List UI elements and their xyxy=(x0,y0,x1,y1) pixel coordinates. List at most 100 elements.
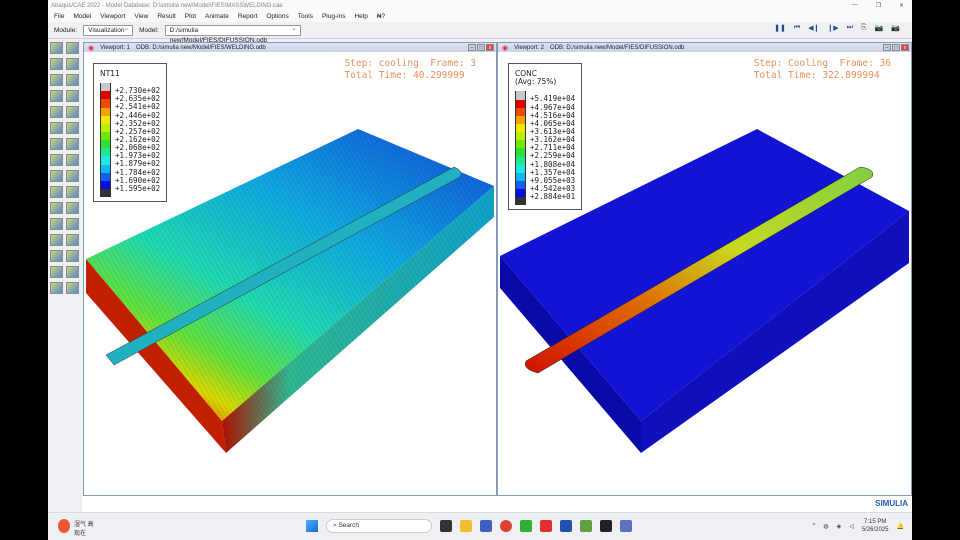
legend-swatch xyxy=(515,132,526,141)
toolbox-tool-icon[interactable] xyxy=(66,138,79,150)
toolbox-tool-icon[interactable] xyxy=(66,170,79,182)
clock[interactable]: 7:15 PM 5/26/2025 xyxy=(862,518,889,534)
model-select[interactable]: D:/simulia new/Model/FIES/DIFUSSION.odb xyxy=(164,24,301,44)
weather-widget[interactable]: 湿气 高现在 xyxy=(58,519,94,537)
file-explorer-icon[interactable] xyxy=(460,520,472,532)
legend-nt11: NT11 +2.730e+02 +2.635e+02 +2.541e+02 +2.44… xyxy=(93,63,168,203)
toolbox-tool-icon[interactable] xyxy=(50,218,63,230)
toolbox-tool-icon[interactable] xyxy=(50,154,63,166)
green-app-icon[interactable] xyxy=(520,520,532,532)
toolbox-tool-icon[interactable] xyxy=(66,106,79,118)
legend-value: +1.595e+02 xyxy=(115,183,161,193)
menu-file[interactable]: File xyxy=(54,13,64,20)
toolbox-tool-icon[interactable] xyxy=(50,186,63,198)
camera-icon[interactable]: 📷 xyxy=(875,24,884,32)
toolbox-tool-icon[interactable] xyxy=(66,154,79,166)
menu-plugins[interactable]: Plug-ins xyxy=(322,13,345,20)
toolbox-tool-icon[interactable] xyxy=(66,234,79,246)
word-icon[interactable] xyxy=(560,520,572,532)
volume-icon[interactable]: ◁ xyxy=(849,523,854,530)
toolbox-tool-icon[interactable] xyxy=(50,74,63,86)
menu-options[interactable]: Options xyxy=(266,13,288,20)
toolbox-tool-icon[interactable] xyxy=(66,218,79,230)
toolbox-tool-icon[interactable] xyxy=(66,58,79,70)
legend-swatch xyxy=(100,148,111,157)
legend-swatch xyxy=(100,189,111,198)
last-frame-icon[interactable]: ⏭ xyxy=(847,24,853,32)
next-frame-icon[interactable]: ❙▶ xyxy=(827,24,838,32)
app-icon[interactable] xyxy=(480,520,492,532)
toolbox-tool-icon[interactable] xyxy=(50,282,63,294)
toolbox-tool-icon[interactable] xyxy=(50,170,63,182)
legend-swatch xyxy=(100,172,111,181)
toolbox-tool-icon[interactable] xyxy=(50,202,63,214)
toolbox-tool-icon[interactable] xyxy=(66,74,79,86)
windows-start-icon[interactable] xyxy=(306,520,318,532)
legend-swatch xyxy=(100,123,111,133)
first-frame-icon[interactable]: ⏮ xyxy=(794,24,800,32)
legend-swatch xyxy=(515,172,526,181)
legend-swatch xyxy=(515,91,526,100)
terminal-icon[interactable] xyxy=(600,520,612,532)
legend-swatch xyxy=(515,148,526,157)
movie-settings-icon[interactable]: ⎘ xyxy=(861,24,867,32)
toolbox-tool-icon[interactable] xyxy=(50,250,63,262)
legend-conc: CONC (Avg: 75%) +5.419e+04 +4.967e+04 +4.51… xyxy=(508,63,583,211)
toolbox-tool-icon[interactable] xyxy=(66,186,79,198)
toolbox-tool-icon[interactable] xyxy=(50,234,63,246)
menu-report[interactable]: Report xyxy=(238,13,258,20)
app-title: Abaqus/CAE 2022 - Model Database: D:\sim… xyxy=(51,2,283,9)
menu-animate[interactable]: Animate xyxy=(205,13,229,20)
chrome-icon[interactable] xyxy=(500,520,512,532)
wifi-icon[interactable]: ◈ xyxy=(837,523,842,530)
legend-rows: +5.419e+04 +4.967e+04 +4.516e+04 +4.065e+04… xyxy=(515,91,575,206)
notification-icon[interactable]: 🔔 xyxy=(897,523,904,530)
toolbox-tool-icon[interactable] xyxy=(66,122,79,134)
legend-swatch xyxy=(515,107,526,116)
toolbox-tool-icon[interactable] xyxy=(50,58,63,70)
toolbox-tool-icon[interactable] xyxy=(66,266,79,278)
pause-icon[interactable]: ❚❚ xyxy=(774,24,786,32)
viewport-1[interactable]: ◉ Viewport: 1 ODB: D:/simulia new/Model/… xyxy=(83,42,497,496)
network-icon[interactable]: ◍ xyxy=(823,523,828,530)
legend-swatch xyxy=(515,115,526,124)
menu-help[interactable]: Help xyxy=(354,13,367,20)
abaqus-icon[interactable] xyxy=(620,520,632,532)
menu-model[interactable]: Model xyxy=(73,13,91,20)
legend-subtitle: (Avg: 75%) xyxy=(515,77,557,87)
restore-button[interactable]: ❐ xyxy=(876,2,881,9)
menu-result[interactable]: Result xyxy=(157,13,175,20)
menu-view[interactable]: View xyxy=(134,13,148,20)
menu-[interactable]: ₦? xyxy=(377,13,385,20)
excel-icon[interactable] xyxy=(580,520,592,532)
toolbox-tool-icon[interactable] xyxy=(66,202,79,214)
toolbox-tool-icon[interactable] xyxy=(50,106,63,118)
close-button[interactable]: ✕ xyxy=(899,2,904,9)
animation-toolbar: ❚❚ ⏮ ◀❙ ❙▶ ⏭ ⎘ 📷 📷 xyxy=(774,24,900,32)
menu-tools[interactable]: Tools xyxy=(298,13,313,20)
menu-plot[interactable]: Plot xyxy=(185,13,196,20)
task-view-icon[interactable] xyxy=(440,520,452,532)
camera-settings-icon[interactable]: 📷 xyxy=(891,24,900,32)
previous-frame-icon[interactable]: ◀❙ xyxy=(808,24,819,32)
viewport-2[interactable]: ◉ Viewport: 2 ODB: D:/simulia new/Model/… xyxy=(497,42,912,496)
legend-swatch xyxy=(100,91,111,100)
toolbox-tool-icon[interactable] xyxy=(50,122,63,134)
toolbox-tool-icon[interactable] xyxy=(66,42,79,54)
minimize-button[interactable]: — xyxy=(852,2,858,9)
toolbox-tool-icon[interactable] xyxy=(50,42,63,54)
toolbox-tool-icon[interactable] xyxy=(66,250,79,262)
legend-swatch xyxy=(100,99,111,108)
chevron-up-icon[interactable]: ^ xyxy=(812,523,815,529)
toolbox-tool-icon[interactable] xyxy=(50,266,63,278)
red-app-icon[interactable] xyxy=(540,520,552,532)
module-select[interactable]: Visualization xyxy=(83,24,134,36)
abaqus-window: Abaqus/CAE 2022 - Model Database: D:\sim… xyxy=(48,0,912,512)
toolbox-tool-icon[interactable] xyxy=(66,90,79,102)
toolbox-tool-icon[interactable] xyxy=(50,138,63,150)
toolbox-tool-icon[interactable] xyxy=(50,90,63,102)
toolbox-tool-icon[interactable] xyxy=(66,282,79,294)
menu-viewport[interactable]: Viewport xyxy=(100,13,125,20)
taskbar-apps: ⌕ Search xyxy=(306,519,632,533)
taskbar-search[interactable]: ⌕ Search xyxy=(326,519,432,533)
